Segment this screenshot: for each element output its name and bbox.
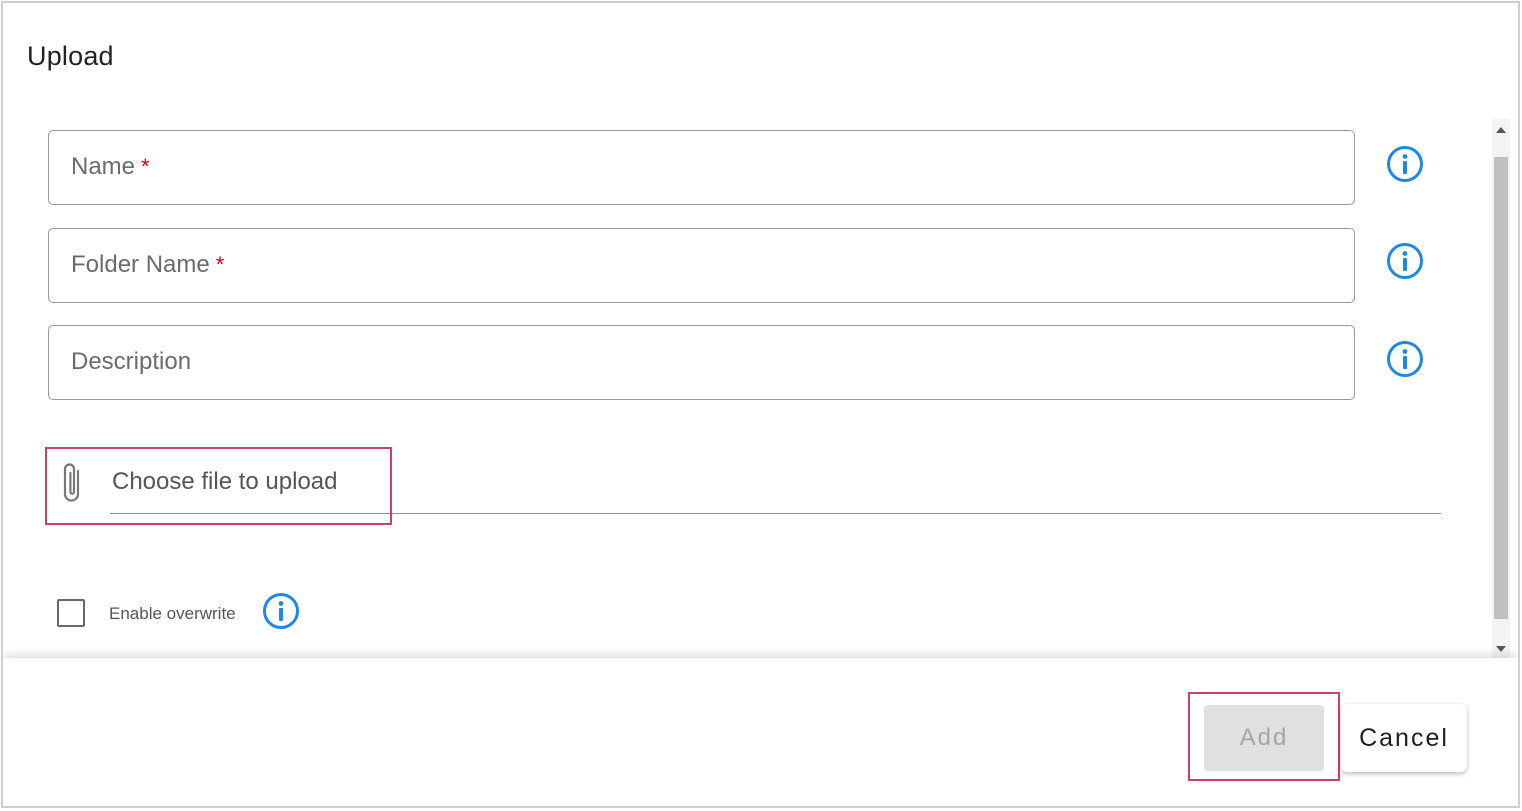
name-field-label: Name * [71, 153, 150, 180]
required-marker: * [141, 154, 150, 179]
folder-name-field[interactable]: Folder Name * [48, 228, 1355, 303]
name-info-icon[interactable] [1385, 144, 1425, 184]
content-scrollbar[interactable] [1492, 119, 1510, 660]
overwrite-info-icon[interactable] [261, 591, 301, 631]
name-field[interactable]: Name * [48, 130, 1355, 205]
enable-overwrite-label: Enable overwrite [109, 604, 236, 623]
scrollbar-thumb[interactable] [1494, 157, 1508, 619]
folder-name-field-label: Folder Name * [71, 251, 225, 278]
description-field[interactable]: Description [48, 325, 1355, 400]
description-field-label: Description [71, 348, 192, 375]
arrow-down-icon[interactable] [1496, 646, 1506, 652]
enable-overwrite-checkbox[interactable] [57, 599, 85, 627]
dialog-footer: Add Cancel [3, 658, 1518, 806]
cancel-button[interactable]: Cancel [1341, 704, 1467, 772]
dialog-content: Name * Folder Name * Description Choose … [3, 119, 1493, 660]
choose-file-label[interactable]: Choose file to upload [112, 468, 338, 496]
arrow-up-icon[interactable] [1496, 127, 1506, 133]
add-button[interactable]: Add [1204, 705, 1324, 771]
file-upload-row[interactable]: Choose file to upload [43, 447, 1443, 527]
upload-underline [110, 513, 1441, 514]
upload-dialog: Upload Name* Folder Name* Description [1, 1, 1520, 808]
paperclip-icon [63, 463, 80, 502]
folder-name-info-icon[interactable] [1385, 241, 1425, 281]
description-info-icon[interactable] [1385, 339, 1425, 379]
dialog-title: Upload [27, 41, 114, 71]
required-marker: * [215, 252, 225, 277]
